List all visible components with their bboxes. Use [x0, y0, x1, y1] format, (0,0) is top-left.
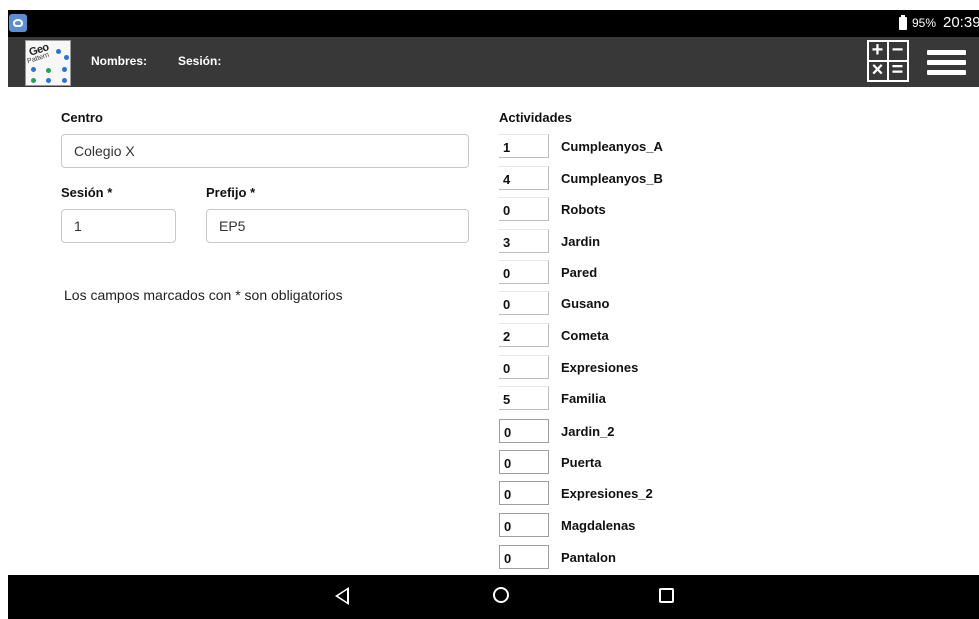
back-triangle-icon[interactable] — [335, 587, 349, 605]
activities-title: Actividades — [499, 110, 572, 125]
sesion-label: Sesión * — [61, 185, 113, 200]
activity-name: Cumpleanyos_B — [561, 171, 663, 186]
header-nombres-label: Nombres: — [91, 54, 148, 68]
activity-count-field[interactable]: 0 — [499, 419, 549, 443]
battery-percent: 95% — [912, 16, 937, 30]
activity-count-field[interactable]: 0 — [499, 291, 549, 315]
activity-count-field[interactable]: 2 — [499, 323, 549, 347]
activity-name: Jardin_2 — [561, 424, 615, 439]
activity-name: Pared — [561, 265, 598, 280]
activity-name: Pantalon — [561, 550, 616, 565]
plus-symbol: + — [871, 39, 884, 61]
activity-name: Robots — [561, 202, 606, 217]
activity-count-field[interactable]: 0 — [499, 513, 549, 537]
activity-name: Magdalenas — [561, 518, 636, 533]
home-circle-icon[interactable] — [493, 587, 509, 603]
geopattern-logo[interactable]: Geo Pattern — [25, 40, 71, 86]
equals-symbol: = — [891, 59, 904, 81]
centro-field[interactable] — [61, 134, 469, 168]
calculator-icon[interactable]: + − × = — [867, 40, 909, 82]
activity-name: Expresiones — [561, 360, 639, 375]
activity-count-field[interactable]: 3 — [499, 229, 549, 253]
hamburger-menu-icon[interactable] — [927, 50, 966, 76]
system-nav-bar — [8, 575, 979, 619]
times-symbol: × — [871, 59, 884, 81]
minus-symbol: − — [891, 39, 904, 61]
activity-count-field[interactable]: 1 — [499, 134, 549, 158]
activity-count-field[interactable]: 0 — [499, 450, 549, 474]
required-fields-note: Los campos marcados con * son obligatori… — [64, 287, 343, 303]
centro-label: Centro — [61, 110, 103, 125]
activity-count-field[interactable]: 0 — [499, 197, 549, 221]
battery-icon — [899, 15, 907, 30]
activity-name: Familia — [561, 391, 606, 406]
activity-count-field[interactable]: 4 — [499, 166, 549, 190]
activity-name: Jardin — [561, 234, 601, 249]
activity-count-field[interactable]: 5 — [499, 386, 549, 410]
activity-count-field[interactable]: 0 — [499, 545, 549, 569]
prefijo-field[interactable] — [206, 209, 469, 243]
activity-name: Cumpleanyos_A — [561, 139, 663, 154]
header-sesion-label: Sesión: — [178, 54, 222, 68]
activity-count-field[interactable]: 0 — [499, 481, 549, 505]
activity-name: Gusano — [561, 296, 610, 311]
activity-name: Expresiones_2 — [561, 486, 653, 501]
sesion-field[interactable] — [61, 209, 176, 243]
clock: 20:39 — [943, 14, 979, 31]
screen: 95% 20:39 Geo Pattern Nombres: Sesión: +… — [0, 0, 979, 619]
status-bar: 95% 20:39 — [8, 10, 979, 37]
app-header: Geo Pattern Nombres: Sesión: + − × = — [8, 37, 979, 87]
activity-count-field[interactable]: 0 — [499, 355, 549, 379]
activity-count-field[interactable]: 0 — [499, 260, 549, 284]
activity-name: Puerta — [561, 455, 602, 470]
recent-apps-square-icon[interactable] — [659, 588, 674, 603]
activity-name: Cometa — [561, 328, 609, 343]
app-notification-icon — [9, 14, 27, 32]
prefijo-label: Prefijo * — [206, 185, 256, 200]
